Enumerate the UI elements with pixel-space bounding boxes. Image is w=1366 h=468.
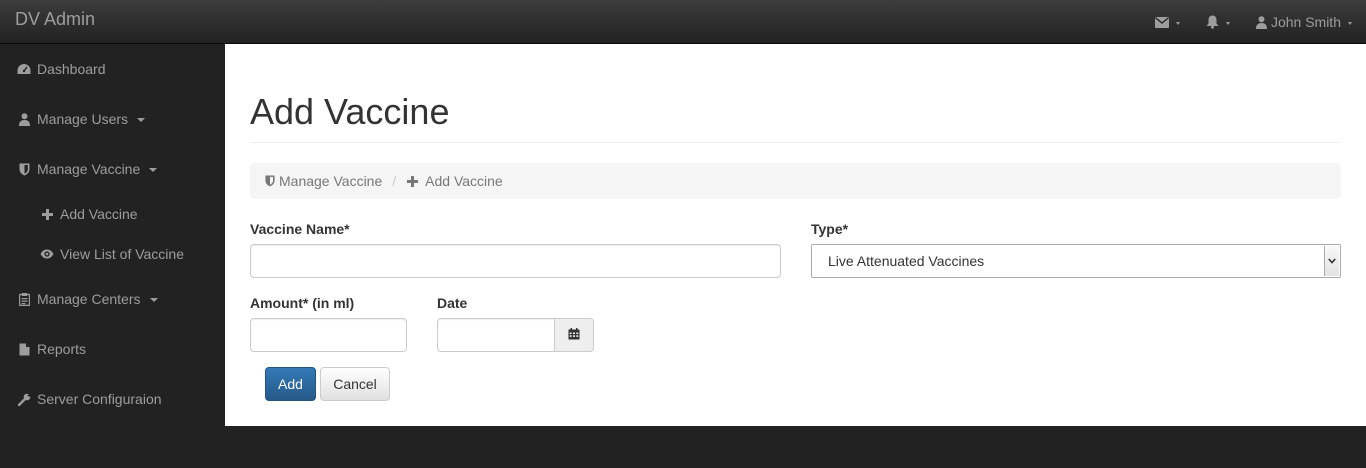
vaccine-name-label: Vaccine Name* (250, 221, 350, 237)
sidebar-item-server-configuration[interactable]: Server Configuraion (17, 391, 162, 407)
sidebar-item-label: Manage Centers (37, 291, 141, 307)
chevron-down-icon (1324, 246, 1339, 276)
plus-icon (407, 175, 419, 187)
file-icon (17, 342, 31, 356)
caret-down-icon (1225, 21, 1230, 25)
amount-label: Amount* (in ml) (250, 295, 355, 311)
sidebar-item-label: Manage Users (37, 111, 129, 127)
amount-input[interactable] (250, 318, 407, 352)
cancel-button[interactable]: Cancel (320, 367, 390, 401)
date-picker-button[interactable] (554, 318, 594, 352)
eye-icon (40, 247, 54, 261)
caret-down-icon (149, 167, 158, 172)
breadcrumb: Manage Vaccine / Add Vaccine (250, 163, 1341, 199)
caret-down-icon (1348, 21, 1352, 25)
brand-logo[interactable]: DV Admin (15, 9, 95, 30)
type-select[interactable]: Live Attenuated Vaccines (811, 244, 1341, 278)
user-dropdown[interactable]: John Smith (1255, 14, 1352, 30)
date-label: Date (437, 295, 468, 311)
breadcrumb-manage-vaccine[interactable]: Manage Vaccine (265, 173, 382, 189)
breadcrumb-label: Add Vaccine (425, 173, 503, 189)
sidebar-subitem-view-list[interactable]: View List of Vaccine (40, 246, 184, 262)
sidebar: Dashboard Manage Users Manage Vaccine Ad… (0, 44, 225, 426)
calendar-icon (568, 327, 580, 343)
sidebar-item-label: Manage Vaccine (37, 161, 141, 177)
user-icon (17, 112, 31, 126)
bell-icon (1206, 15, 1219, 29)
sidebar-item-reports[interactable]: Reports (17, 341, 86, 357)
user-icon (1255, 15, 1267, 29)
sidebar-item-manage-users[interactable]: Manage Users (17, 111, 146, 127)
plus-icon (40, 207, 54, 221)
sidebar-item-label: Reports (37, 341, 87, 357)
sidebar-item-label: Server Configuraion (37, 391, 162, 407)
messages-dropdown[interactable] (1154, 16, 1180, 28)
caret-down-icon (137, 117, 146, 122)
title-divider (250, 142, 1341, 143)
top-navbar: DV Admin John Smith (0, 0, 1366, 44)
caret-down-icon (1175, 21, 1180, 25)
breadcrumb-label: Manage Vaccine (279, 173, 383, 189)
sidebar-item-manage-vaccine[interactable]: Manage Vaccine (17, 161, 158, 177)
sidebar-subitem-add-vaccine[interactable]: Add Vaccine (40, 206, 138, 222)
vaccine-name-input[interactable] (250, 244, 781, 278)
dashboard-icon (17, 62, 31, 76)
sidebar-subitem-label: View List of Vaccine (60, 246, 184, 262)
user-name: John Smith (1270, 14, 1341, 30)
breadcrumb-separator: / (392, 173, 397, 189)
alerts-dropdown[interactable] (1206, 15, 1230, 29)
shield-icon (265, 175, 275, 187)
sidebar-item-label: Dashboard (37, 61, 106, 77)
sidebar-item-manage-centers[interactable]: Manage Centers (17, 291, 158, 307)
breadcrumb-add-vaccine: Add Vaccine (407, 173, 503, 189)
clipboard-icon (17, 292, 31, 306)
shield-icon (17, 162, 31, 176)
wrench-icon (17, 392, 31, 406)
add-button[interactable]: Add (265, 367, 316, 401)
sidebar-item-dashboard[interactable]: Dashboard (17, 61, 106, 77)
envelope-icon (1154, 16, 1169, 28)
sidebar-subitem-label: Add Vaccine (60, 206, 138, 222)
type-label: Type* (811, 221, 849, 237)
main-content: Add Vaccine Manage Vaccine / Add Vaccine… (225, 44, 1366, 426)
type-selected-value: Live Attenuated Vaccines (828, 253, 985, 269)
navbar-right: John Smith (1129, 0, 1352, 44)
date-input[interactable] (437, 318, 555, 352)
page-title: Add Vaccine (250, 91, 450, 132)
caret-down-icon (149, 297, 158, 302)
